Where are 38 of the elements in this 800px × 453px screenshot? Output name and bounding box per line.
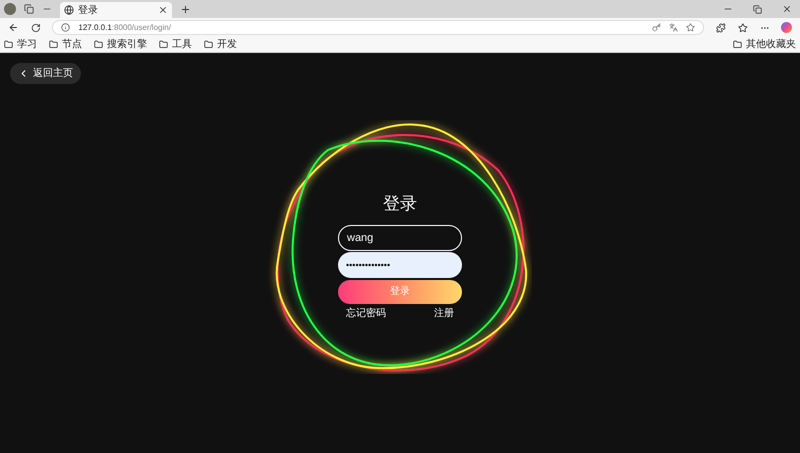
back-home-button[interactable]: 返回主页 bbox=[10, 63, 81, 84]
folder-icon bbox=[94, 40, 103, 49]
bookmark-folder[interactable]: 开发 bbox=[204, 40, 237, 50]
url-text: 127.0.0.1:8000/user/login/ bbox=[78, 22, 172, 34]
folder-icon bbox=[159, 40, 168, 49]
key-icon[interactable] bbox=[652, 23, 662, 32]
address-bar[interactable]: 127.0.0.1:8000/user/login/ bbox=[52, 20, 704, 35]
favorites-icon[interactable] bbox=[738, 22, 748, 32]
globe-icon bbox=[64, 5, 74, 15]
folder-icon bbox=[4, 40, 13, 49]
folder-icon bbox=[49, 40, 58, 49]
info-icon bbox=[61, 23, 70, 32]
back-icon[interactable] bbox=[8, 22, 19, 33]
close-icon[interactable] bbox=[782, 4, 792, 14]
bookmark-folder[interactable]: 节点 bbox=[49, 40, 82, 50]
copilot-icon[interactable] bbox=[781, 22, 792, 33]
bookmark-folder[interactable]: 工具 bbox=[159, 40, 192, 50]
restore-icon[interactable] bbox=[753, 4, 762, 14]
translate-icon[interactable] bbox=[669, 23, 678, 32]
password-field[interactable]: •••••••••••••• bbox=[338, 252, 462, 278]
username-field[interactable]: wang bbox=[338, 224, 462, 250]
new-tab-icon[interactable] bbox=[180, 4, 191, 14]
folder-icon bbox=[204, 40, 213, 49]
star-icon[interactable] bbox=[686, 23, 696, 32]
profile-avatar[interactable] bbox=[4, 3, 16, 15]
workspaces-icon[interactable] bbox=[24, 4, 34, 14]
login-title: 登录 bbox=[383, 193, 417, 215]
bookmark-folder[interactable]: 学习 bbox=[4, 40, 37, 50]
bookmark-folder[interactable]: 其他收藏夹 bbox=[733, 40, 796, 50]
forgot-password-link[interactable]: 忘记密码 bbox=[346, 306, 386, 320]
browser-tab[interactable]: 登录 bbox=[60, 2, 172, 18]
folder-icon bbox=[733, 40, 742, 49]
bookmark-folder[interactable]: 搜索引擎 bbox=[94, 40, 147, 50]
tab-title: 登录 bbox=[78, 4, 99, 18]
close-icon[interactable] bbox=[158, 5, 168, 15]
register-link[interactable]: 注册 bbox=[434, 306, 454, 320]
reload-icon[interactable] bbox=[30, 22, 40, 32]
extensions-icon[interactable] bbox=[716, 22, 726, 32]
